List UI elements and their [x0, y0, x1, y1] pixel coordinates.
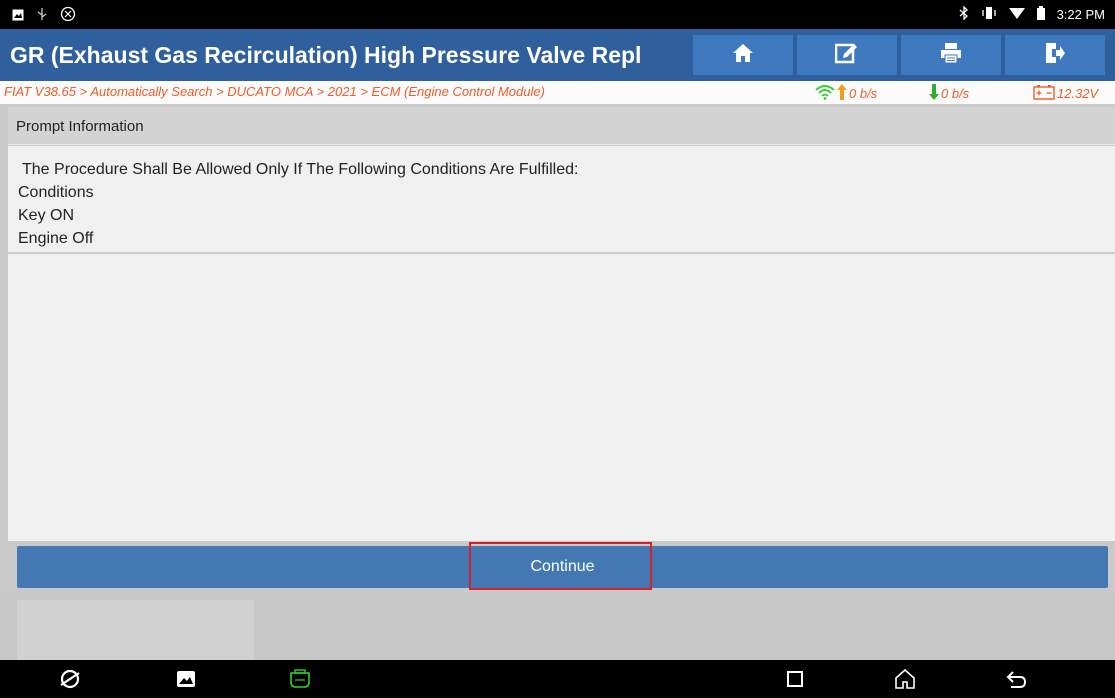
signal-icon: [815, 84, 835, 103]
upload-status: 0 b/s: [815, 84, 877, 103]
usb-icon: [36, 7, 48, 26]
status-time: 3:22 PM: [1056, 7, 1105, 22]
print-icon: [940, 42, 962, 69]
breadcrumb: FIAT V38.65 > Automatically Search > DUC…: [4, 84, 545, 99]
prompt-line: Conditions: [18, 184, 94, 201]
download-status: 0 b/s: [929, 84, 969, 103]
wifi-icon: [1008, 6, 1025, 23]
home-button[interactable]: [693, 35, 793, 75]
edit-button[interactable]: [797, 35, 897, 75]
edit-icon: [834, 42, 859, 69]
voltage-status: 12.32V: [1033, 84, 1098, 103]
bluetooth-icon: [959, 5, 969, 23]
status-bar: 3:22 PM: [0, 0, 1115, 29]
print-button[interactable]: [901, 35, 1001, 75]
battery-icon: [1036, 6, 1045, 23]
back-icon[interactable]: [1004, 668, 1028, 690]
navigation-bar: [0, 660, 1115, 698]
battery-voltage-icon: [1033, 84, 1055, 103]
exit-button[interactable]: [1005, 35, 1105, 75]
browser-icon[interactable]: [58, 668, 82, 690]
image-icon: [12, 8, 24, 26]
gallery-icon[interactable]: [174, 668, 198, 690]
prompt-message: The Procedure Shall Be Allowed Only If T…: [18, 158, 578, 250]
prompt-content: The Procedure Shall Be Allowed Only If T…: [8, 146, 1115, 541]
panel-header: Prompt Information: [8, 107, 1115, 145]
vibrate-icon: [981, 6, 997, 23]
download-arrow-icon: [929, 84, 939, 103]
voltage-value: 12.32V: [1057, 86, 1099, 101]
home-nav-icon[interactable]: [893, 668, 917, 690]
page-title: GR (Exhaust Gas Recirculation) High Pres…: [10, 42, 642, 68]
home-icon: [732, 42, 754, 69]
bottom-tile: [17, 600, 254, 660]
prompt-line: Key ON: [18, 207, 75, 224]
upload-arrow-icon: [837, 84, 847, 103]
title-bar: GR (Exhaust Gas Recirculation) High Pres…: [0, 29, 1115, 81]
divider: [8, 252, 1115, 254]
app-icon: [60, 6, 76, 27]
exit-icon: [1044, 42, 1066, 69]
highlight-box: [469, 542, 652, 590]
upload-rate: 0 b/s: [849, 86, 878, 101]
prompt-line: The Procedure Shall Be Allowed Only If T…: [22, 161, 579, 178]
recents-icon[interactable]: [783, 668, 807, 690]
breadcrumb-bar: FIAT V38.65 > Automatically Search > DUC…: [0, 81, 1115, 104]
panel-header-label: Prompt Information: [16, 118, 144, 135]
download-rate: 0 b/s: [941, 86, 970, 101]
prompt-line: Engine Off: [18, 230, 94, 247]
vci-icon[interactable]: [288, 668, 312, 690]
